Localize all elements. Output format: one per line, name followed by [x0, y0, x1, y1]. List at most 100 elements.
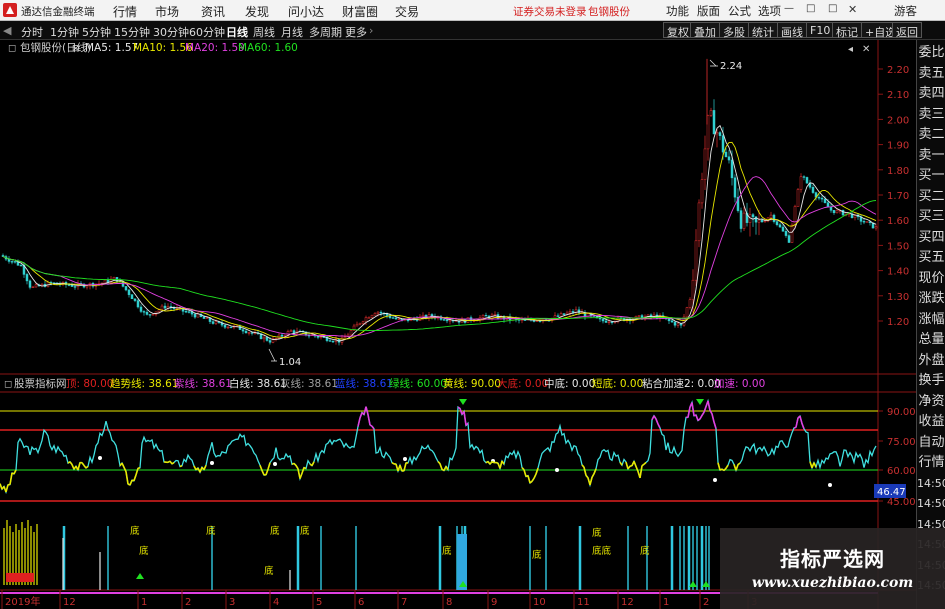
x-label-3: 2: [185, 597, 191, 608]
title-bar: 通达信金融终端 行情 市场 资讯 发现 问小达 财富圈 交易 证券交易未登录 包…: [0, 0, 945, 21]
period-30min[interactable]: 30分钟: [153, 24, 189, 40]
menu-gongshi[interactable]: 公式: [728, 3, 751, 19]
indicator-y-tick-2: 60.00: [887, 466, 916, 477]
chart-area[interactable]: ◻ 包钢股份(日线) ⊠ MA5: 1.57 MA10: 1.56 MA20: …: [0, 40, 916, 609]
more-chevron-icon[interactable]: ›: [369, 24, 373, 37]
trade-login-notice[interactable]: 证券交易未登录: [513, 4, 587, 19]
menu-faxian[interactable]: 发现: [245, 3, 269, 20]
x-label-10: 9: [491, 597, 497, 608]
menu-hangqing[interactable]: 行情: [113, 3, 137, 20]
peak-dot-7: [828, 483, 832, 487]
menu-wenxiaoda[interactable]: 问小达: [288, 3, 324, 20]
app-name: 通达信金融终端: [21, 6, 95, 18]
main-y-tick-3: 1.90: [887, 141, 909, 152]
low-price-label: 1.04: [279, 357, 301, 368]
ma20-label: MA20: 1.59: [185, 42, 245, 54]
guest-label[interactable]: 游客: [894, 3, 917, 19]
signal-label-6: 底: [592, 527, 602, 539]
button-biaoji[interactable]: 标记: [832, 22, 862, 39]
indicator-param-8: 大底: 0.00: [497, 377, 548, 390]
period-daily[interactable]: 日线: [226, 24, 248, 40]
sidebar-item-10: 买五: [918, 250, 945, 265]
indicator-param-12: 加速: 0.00: [714, 378, 765, 390]
button-duogu[interactable]: 多股: [719, 22, 749, 39]
sidebar-item-1: 卖五: [918, 65, 945, 81]
button-tongji[interactable]: 统计: [748, 22, 778, 39]
x-label-11: 10: [533, 597, 546, 608]
sidebar-item-14: 总量: [918, 332, 945, 347]
period-1min[interactable]: 1分钟: [50, 24, 79, 40]
x-label-2: 1: [141, 597, 147, 608]
sidebar-item-20[interactable]: 行情: [917, 455, 945, 470]
panel-menu-icon: ◂: [848, 44, 853, 55]
button-f10[interactable]: F10: [806, 22, 835, 38]
x-label-13: 12: [621, 597, 634, 608]
indicator-param-9: 中底: 0.00: [544, 377, 595, 390]
button-fanhui[interactable]: 返回: [892, 22, 922, 39]
sidebar-item-16: 换手: [918, 373, 945, 388]
indicator-param-2: 紫线: 38.61: [174, 377, 232, 390]
window-close-icon[interactable]: ✕: [848, 3, 857, 16]
window-restore-icon[interactable]: □: [806, 3, 815, 14]
x-label-1: 12: [63, 597, 76, 608]
signal-arrow-0: [459, 399, 467, 405]
peak-dot-6: [713, 478, 717, 482]
indicator-param-3: 白线: 38.61: [229, 377, 287, 390]
main-y-tick-7: 1.50: [887, 241, 909, 252]
sidebar-item-21: 14:50: [917, 476, 945, 490]
x-label-4: 3: [229, 597, 235, 608]
period-monthly[interactable]: 月线: [281, 24, 303, 40]
indicator-signals: 底底底底底 底底底底底底底: [130, 525, 650, 577]
window-maximize-icon[interactable]: □: [828, 3, 837, 14]
kline-chart[interactable]: ◻ 包钢股份(日线) ⊠ MA5: 1.57 MA10: 1.56 MA20: …: [0, 40, 916, 609]
sidebar-item-22: 14:50: [917, 497, 945, 510]
sidebar-item-13: 涨幅: [918, 311, 945, 327]
window-minimize-icon[interactable]: —: [784, 3, 794, 14]
toolbar-back-icon[interactable]: ◀: [3, 24, 11, 37]
period-15min[interactable]: 15分钟: [114, 24, 150, 40]
panel-close-icon: ✕: [862, 44, 870, 55]
watermark-title: 指标严选网: [780, 547, 885, 571]
indicator-param-10: 短底: 0.00: [592, 377, 643, 390]
button-diejia[interactable]: 叠加: [690, 22, 720, 39]
main-y-tick-2: 2.00: [887, 115, 909, 126]
sidebar-item-12: 涨跌: [918, 291, 945, 306]
sidebar-item-19[interactable]: 自动: [917, 435, 945, 450]
sidebar-item-4: 卖二: [918, 127, 945, 142]
x-label-9: 8: [446, 597, 452, 608]
blue-block: [457, 534, 467, 590]
chart-title: 包钢股份(日线): [20, 41, 91, 54]
menu-shichang[interactable]: 市场: [155, 3, 179, 20]
menu-xuanxiang[interactable]: 选项: [758, 3, 781, 19]
period-multi[interactable]: 多周期: [309, 24, 342, 40]
period-more[interactable]: 更多: [345, 24, 367, 40]
sidebar-item-8: 买三: [918, 209, 945, 224]
peak-dot-3: [403, 457, 407, 461]
signal-arrow-5: [136, 573, 144, 579]
app-logo-icon: [3, 3, 17, 17]
signal-label-4: 底: [442, 545, 452, 557]
button-fuquan[interactable]: 复权: [663, 22, 693, 39]
button-huaxian[interactable]: 画线: [777, 22, 807, 39]
menu-caifuquan[interactable]: 财富圈: [342, 3, 378, 20]
period-60min[interactable]: 60分钟: [189, 24, 225, 40]
main-y-tick-6: 1.60: [887, 216, 909, 227]
indicator-param-4: 灰线: 38.61: [280, 377, 338, 390]
menu-jiaoyi[interactable]: 交易: [395, 3, 419, 20]
peak-dot-0: [98, 456, 102, 460]
trend-line: [0, 398, 877, 495]
period-5min[interactable]: 5分钟: [82, 24, 111, 40]
high-price-label: 2.24: [720, 61, 742, 72]
indicator-param-5: 蓝线: 38.61: [335, 377, 393, 390]
period-fenshi[interactable]: 分时: [21, 24, 43, 40]
menu-banmian[interactable]: 版面: [697, 3, 720, 19]
sidebar-item-6: 买一: [918, 168, 945, 183]
signal-label-7: 底: [640, 545, 650, 557]
signal-label-8: 底: [264, 565, 274, 577]
signal-label-2: 底: [270, 525, 280, 537]
sidebar-item-3: 卖三: [918, 106, 945, 122]
watermark-overlay: 指标严选网 www.xuezhibiao.com: [720, 528, 945, 609]
period-weekly[interactable]: 周线: [253, 24, 275, 40]
menu-gongneng[interactable]: 功能: [666, 3, 689, 19]
menu-zixun[interactable]: 资讯: [201, 3, 225, 20]
